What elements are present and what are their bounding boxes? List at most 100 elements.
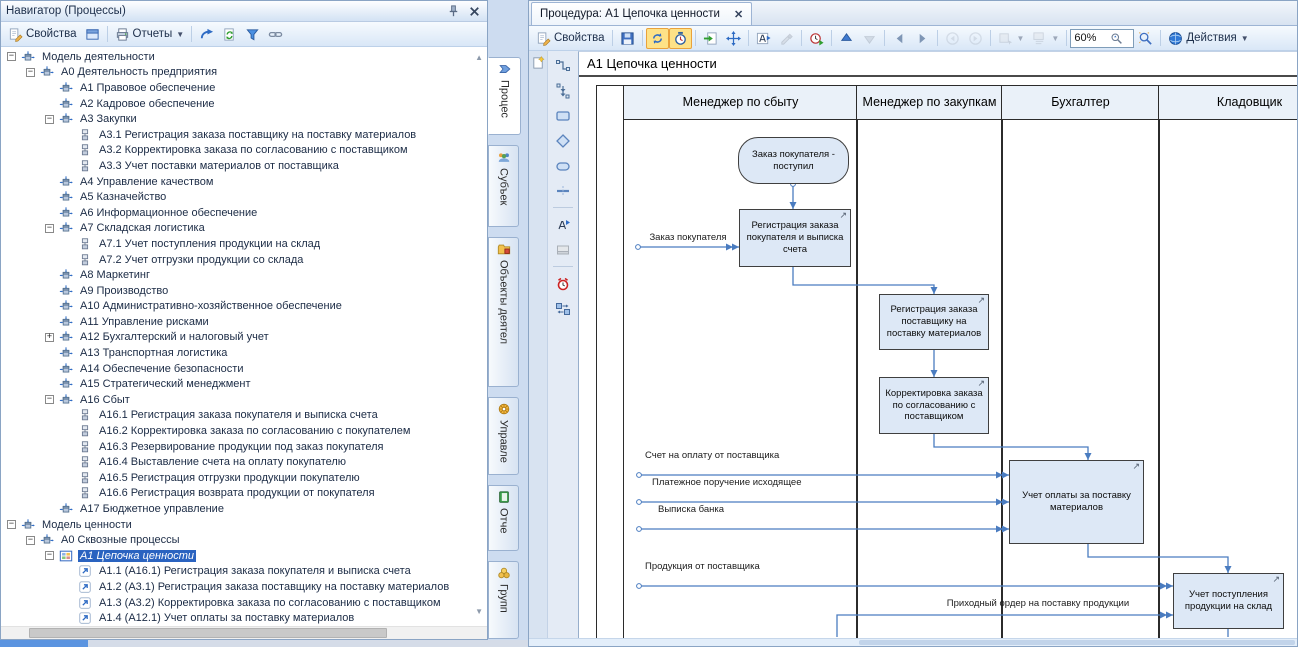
collapse-icon[interactable]: − — [45, 224, 54, 233]
tree-item[interactable]: A9 Производство — [1, 283, 487, 299]
tree-item[interactable]: −A3 Закупки — [1, 111, 487, 127]
flow-arrow-tool[interactable] — [551, 80, 575, 101]
filter-button[interactable] — [241, 24, 264, 45]
split-line-tool[interactable] — [551, 180, 575, 201]
tree-item[interactable]: A1.3 (A3.2) Корректировка заказа по согл… — [1, 595, 487, 611]
pick1-button[interactable]: ▼ — [994, 28, 1029, 49]
collapse-icon[interactable]: − — [45, 395, 54, 404]
tree-item[interactable]: A16.4 Выставление счета на оплату покупа… — [1, 454, 487, 470]
side-tab-объекты деятел[interactable]: Объекты деятел — [488, 237, 519, 387]
lane-header[interactable]: Менеджер по сбыту — [623, 85, 858, 120]
right-arrow-button[interactable] — [911, 28, 934, 49]
tree-item[interactable]: A1 Правовое обеспечение — [1, 80, 487, 96]
scroll-up-icon[interactable]: ▲ — [475, 54, 483, 62]
tree-item[interactable]: A2 Кадровое обеспечение — [1, 96, 487, 112]
side-tab-субъек[interactable]: Субъек — [488, 145, 519, 227]
свойства-button[interactable]: Свойства — [532, 28, 609, 49]
process-node[interactable]: Учет поступления продукции на склад↗ — [1173, 573, 1284, 629]
process-node[interactable]: Регистрация заказа покупателя и выписка … — [739, 209, 851, 267]
new-page-icon[interactable] — [531, 55, 546, 70]
text-tool-tool[interactable] — [551, 214, 575, 235]
save-button[interactable] — [616, 28, 639, 49]
fit-move-button[interactable] — [722, 28, 745, 49]
lane-header[interactable]: Менеджер по закупкам — [856, 85, 1003, 120]
zoom-fit-button[interactable] — [1134, 28, 1157, 49]
tree-item[interactable]: A3.1 Регистрация заказа поставщику на по… — [1, 127, 487, 143]
tree-item[interactable]: −Модель ценности — [1, 517, 487, 533]
process-shape-tool[interactable] — [551, 105, 575, 126]
tree-item[interactable]: A16.1 Регистрация заказа покупателя и вы… — [1, 408, 487, 424]
canvas-horizontal-scrollbar[interactable] — [529, 638, 1297, 646]
window-button[interactable] — [81, 24, 104, 45]
tree-item[interactable]: A16.6 Регистрация возврата продукции от … — [1, 486, 487, 502]
collapse-icon[interactable]: − — [26, 68, 35, 77]
действия-button[interactable]: Действия▼ — [1164, 28, 1252, 49]
expand-icon[interactable]: + — [45, 333, 54, 342]
page-green-arrow-button[interactable] — [699, 28, 722, 49]
side-tab-процес[interactable]: Процес — [488, 57, 521, 135]
brush-button[interactable] — [775, 28, 798, 49]
tree-item[interactable]: A1.4 (A12.1) Учет оплаты за поставку мат… — [1, 610, 487, 626]
collapse-icon[interactable]: − — [7, 520, 16, 529]
tree-item[interactable]: −A1 Цепочка ценности — [1, 548, 487, 564]
interface-tool-tool[interactable] — [551, 298, 575, 319]
tree-hscroll-thumb[interactable] — [29, 628, 387, 638]
frame-tool-tool[interactable] — [551, 239, 575, 260]
connector-tool[interactable] — [551, 55, 575, 76]
collapse-icon[interactable]: − — [26, 536, 35, 545]
left-arrow-button[interactable] — [888, 28, 911, 49]
tab-procedure-value-chain[interactable]: Процедура: A1 Цепочка ценности ✕ — [531, 2, 752, 25]
отчеты-button[interactable]: Отчеты▼ — [111, 24, 189, 45]
свойства-button[interactable]: Свойства — [4, 24, 81, 45]
tree-item[interactable]: −A0 Деятельность предприятия — [1, 65, 487, 81]
back-circ-button[interactable] — [941, 28, 964, 49]
tree-item[interactable]: A16.3 Резервирование продукции под заказ… — [1, 439, 487, 455]
process-node[interactable]: Корректировка заказа по согласованию с п… — [879, 377, 989, 434]
down-gray-button[interactable] — [858, 28, 881, 49]
up-blue-button[interactable] — [835, 28, 858, 49]
side-tab-групп[interactable]: Групп — [488, 561, 519, 639]
sync-a-button[interactable] — [646, 28, 669, 49]
tree-item[interactable]: A7.1 Учет поступления продукции на склад — [1, 236, 487, 252]
process-node[interactable]: Учет оплаты за поставку материалов↗ — [1009, 460, 1144, 544]
decision-shape-tool[interactable] — [551, 130, 575, 151]
tree-item[interactable]: A11 Управление рисками — [1, 314, 487, 330]
scroll-down-icon[interactable]: ▼ — [475, 608, 483, 616]
tree-item[interactable]: A3.3 Учет поставки материалов от поставщ… — [1, 158, 487, 174]
goto-button[interactable] — [195, 24, 218, 45]
process-node[interactable]: Регистрация заказа поставщику на поставк… — [879, 294, 989, 350]
pick2-button[interactable]: ▼ — [1028, 28, 1063, 49]
tree-item[interactable]: +A12 Бухгалтерский и налоговый учет — [1, 330, 487, 346]
tree-item[interactable]: A8 Маркетинг — [1, 267, 487, 283]
fwd-circ-button[interactable] — [964, 28, 987, 49]
tree-item[interactable]: −Модель деятельности — [1, 49, 487, 65]
tree-item[interactable]: −A7 Складская логистика — [1, 221, 487, 237]
zoom-input[interactable]: 60% — [1070, 29, 1134, 48]
tree-item[interactable]: A16.5 Регистрация отгрузки продукции пок… — [1, 470, 487, 486]
canvas-hscroll-thumb[interactable] — [859, 640, 1295, 645]
a-note-button[interactable] — [752, 28, 775, 49]
tree-item[interactable]: A5 Казначейство — [1, 189, 487, 205]
lane-header[interactable]: Кладовщик — [1158, 85, 1297, 120]
refresh-page-button[interactable] — [218, 24, 241, 45]
side-tab-управле[interactable]: Управле — [488, 397, 519, 475]
event-node[interactable]: Заказ покупателя - поступил — [738, 137, 849, 184]
tab-close-icon[interactable]: ✕ — [734, 8, 743, 21]
clock-t-button[interactable] — [669, 28, 692, 49]
pin-icon[interactable] — [446, 4, 461, 19]
collapse-icon[interactable]: − — [45, 115, 54, 124]
tree-item[interactable]: A14 Обеспечение безопасности — [1, 361, 487, 377]
timer-run-button[interactable] — [805, 28, 828, 49]
tree-item[interactable]: A15 Стратегический менеджмент — [1, 376, 487, 392]
tree-item[interactable]: A7.2 Учет отгрузки продукции со склада — [1, 252, 487, 268]
tree-item[interactable]: A16.2 Корректировка заказа по согласован… — [1, 423, 487, 439]
alarm-tool[interactable] — [551, 273, 575, 294]
tree-item[interactable]: −A0 Сквозные процессы — [1, 532, 487, 548]
event-shape-tool[interactable] — [551, 155, 575, 176]
lane-header[interactable]: Бухгалтер — [1001, 85, 1160, 120]
side-tab-отче[interactable]: Отче — [488, 485, 519, 551]
tree-item[interactable]: A13 Транспортная логистика — [1, 345, 487, 361]
tree-item[interactable]: A10 Административно-хозяйственное обеспе… — [1, 299, 487, 315]
tree-item[interactable]: A1.1 (A16.1) Регистрация заказа покупате… — [1, 564, 487, 580]
tree-item[interactable]: A4 Управление качеством — [1, 174, 487, 190]
